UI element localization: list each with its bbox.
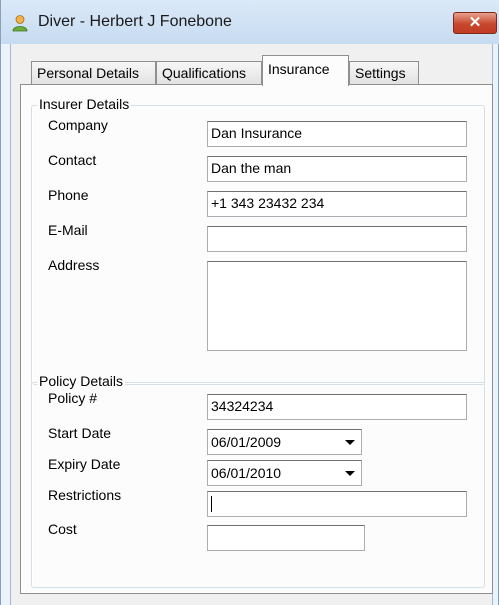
start-date-label: Start Date [48,425,112,441]
contact-label: Contact [48,152,97,168]
contact-value: Dan the man [211,160,292,176]
title-bar[interactable]: Diver - Herbert J Fonebone ✕ [1,0,499,44]
phone-field[interactable]: +1 343 23432 234 [207,191,467,217]
dialog-window: Diver - Herbert J Fonebone ✕ Personal De… [0,0,499,605]
text-caret [211,496,212,513]
window-title: Diver - Herbert J Fonebone [38,13,232,30]
close-button[interactable]: ✕ [453,12,497,34]
policy-details-title: Policy Details [37,373,126,389]
chevron-down-icon [345,440,355,445]
expiry-date-value: 06/01/2010 [211,465,282,481]
policy-number-field[interactable]: 34324234 [207,394,467,420]
phone-label: Phone [48,187,89,203]
policy-number-label: Policy # [48,390,98,406]
restrictions-field[interactable] [207,491,467,517]
tab-insurance[interactable]: Insurance [262,55,349,86]
insurer-details-title: Insurer Details [37,96,132,112]
company-field[interactable]: Dan Insurance [207,121,467,147]
client-area: Personal Details Qualifications Insuranc… [10,44,493,605]
cost-label: Cost [48,521,77,537]
company-value: Dan Insurance [211,125,303,141]
address-label: Address [48,257,100,273]
phone-value: +1 343 23432 234 [211,195,325,211]
email-field[interactable] [207,226,467,252]
contact-field[interactable]: Dan the man [207,156,467,182]
email-label: E-Mail [48,222,88,238]
diver-person-icon [12,15,28,32]
policy-number-value: 34324234 [211,398,274,414]
cost-field[interactable] [207,525,365,551]
tab-settings[interactable]: Settings [349,61,419,85]
address-field[interactable] [207,261,467,351]
start-date-value: 06/01/2009 [211,434,282,450]
company-label: Company [48,117,108,133]
close-icon: ✕ [468,14,482,31]
chevron-down-icon [345,471,355,476]
expiry-date-label: Expiry Date [48,456,121,472]
start-date-select[interactable]: 06/01/2009 [207,429,362,455]
expiry-date-select[interactable]: 06/01/2010 [207,460,362,486]
insurance-tab-panel: Insurer Details Company Dan Insurance Co… [20,84,493,594]
tab-qualifications[interactable]: Qualifications [156,61,262,85]
restrictions-label: Restrictions [48,487,122,503]
tab-personal-details[interactable]: Personal Details [31,61,156,85]
